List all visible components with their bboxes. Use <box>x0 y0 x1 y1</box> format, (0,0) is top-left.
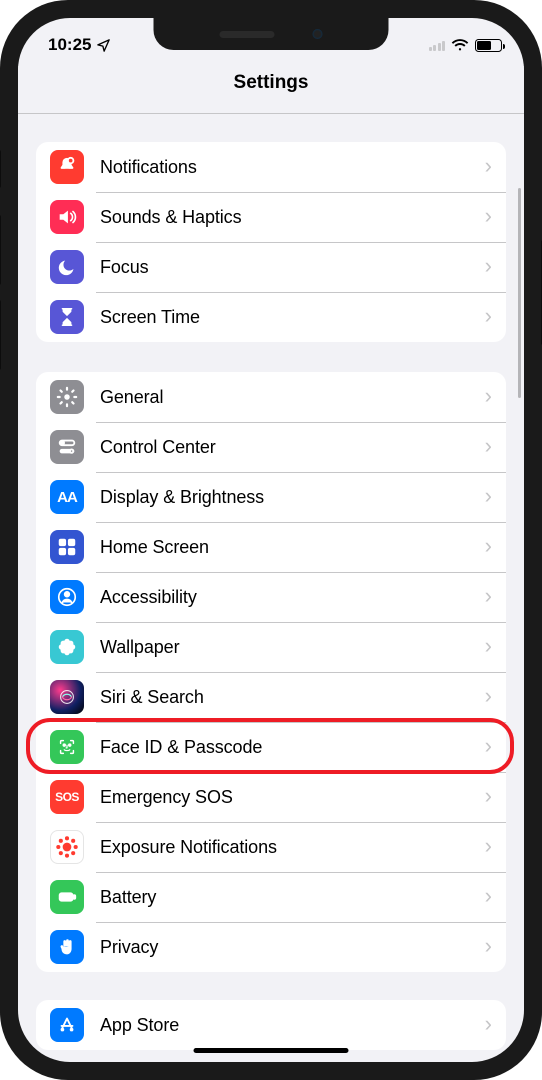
moon-icon <box>50 250 84 284</box>
flower-icon <box>50 630 84 664</box>
chevron-right-icon: › <box>485 433 492 461</box>
chevron-right-icon: › <box>485 483 492 511</box>
chevron-right-icon: › <box>485 303 492 331</box>
chevron-right-icon: › <box>485 533 492 561</box>
location-icon <box>96 38 111 53</box>
row-label: Control Center <box>100 437 485 458</box>
row-label: Face ID & Passcode <box>100 737 485 758</box>
appstore-icon <box>50 1008 84 1042</box>
row-label: Accessibility <box>100 587 485 608</box>
settings-group: App Store› <box>36 1000 506 1050</box>
cell-signal-icon <box>429 39 446 51</box>
settings-row-sounds-haptics[interactable]: Sounds & Haptics› <box>36 192 506 242</box>
chevron-right-icon: › <box>485 783 492 811</box>
settings-row-face-id-passcode[interactable]: Face ID & Passcode› <box>36 722 506 772</box>
battery-icon <box>475 39 502 52</box>
row-label: Battery <box>100 887 485 908</box>
row-label: Wallpaper <box>100 637 485 658</box>
chevron-right-icon: › <box>485 583 492 611</box>
settings-row-general[interactable]: General› <box>36 372 506 422</box>
hourglass-icon <box>50 300 84 334</box>
hand-icon <box>50 930 84 964</box>
chevron-right-icon: › <box>485 883 492 911</box>
row-label: Screen Time <box>100 307 485 328</box>
settings-row-control-center[interactable]: Control Center› <box>36 422 506 472</box>
row-label: Home Screen <box>100 537 485 558</box>
settings-row-siri-search[interactable]: Siri & Search› <box>36 672 506 722</box>
settings-row-app-store[interactable]: App Store› <box>36 1000 506 1050</box>
speaker-icon <box>50 200 84 234</box>
settings-row-accessibility[interactable]: Accessibility› <box>36 572 506 622</box>
person-circle-icon <box>50 580 84 614</box>
row-label: Display & Brightness <box>100 487 485 508</box>
settings-row-wallpaper[interactable]: Wallpaper› <box>36 622 506 672</box>
settings-row-emergency-sos[interactable]: SOS Emergency SOS› <box>36 772 506 822</box>
sos-icon: SOS <box>50 780 84 814</box>
chevron-right-icon: › <box>485 203 492 231</box>
settings-row-exposure-notifications[interactable]: Exposure Notifications› <box>36 822 506 872</box>
settings-group: General›Control Center›AADisplay & Brigh… <box>36 372 506 972</box>
settings-row-focus[interactable]: Focus› <box>36 242 506 292</box>
settings-row-display-brightness[interactable]: AA Display & Brightness› <box>36 472 506 522</box>
row-label: Notifications <box>100 157 485 178</box>
grid-icon <box>50 530 84 564</box>
row-label: Focus <box>100 257 485 278</box>
row-label: Sounds & Haptics <box>100 207 485 228</box>
exposure-icon <box>50 830 84 864</box>
row-label: Privacy <box>100 937 485 958</box>
scrollbar[interactable] <box>518 188 521 398</box>
page-title: Settings <box>234 72 309 94</box>
chevron-right-icon: › <box>485 1011 492 1039</box>
settings-row-privacy[interactable]: Privacy› <box>36 922 506 972</box>
settings-row-home-screen[interactable]: Home Screen› <box>36 522 506 572</box>
battery-icon <box>50 880 84 914</box>
chevron-right-icon: › <box>485 833 492 861</box>
row-label: Emergency SOS <box>100 787 485 808</box>
page-header: Settings <box>18 66 524 114</box>
chevron-right-icon: › <box>485 633 492 661</box>
settings-group: Notifications›Sounds & Haptics›Focus›Scr… <box>36 142 506 342</box>
home-indicator[interactable] <box>194 1048 349 1053</box>
face-id-icon <box>50 730 84 764</box>
bell-icon <box>50 150 84 184</box>
siri-icon <box>50 680 84 714</box>
chevron-right-icon: › <box>485 933 492 961</box>
chevron-right-icon: › <box>485 153 492 181</box>
row-label: App Store <box>100 1015 485 1036</box>
settings-row-screen-time[interactable]: Screen Time› <box>36 292 506 342</box>
wifi-icon <box>451 39 469 52</box>
row-label: General <box>100 387 485 408</box>
settings-row-battery[interactable]: Battery› <box>36 872 506 922</box>
chevron-right-icon: › <box>485 733 492 761</box>
row-label: Siri & Search <box>100 687 485 708</box>
chevron-right-icon: › <box>485 253 492 281</box>
settings-row-notifications[interactable]: Notifications› <box>36 142 506 192</box>
status-time: 10:25 <box>48 35 91 55</box>
row-label: Exposure Notifications <box>100 837 485 858</box>
text-size-icon: AA <box>50 480 84 514</box>
chevron-right-icon: › <box>485 683 492 711</box>
switches-icon <box>50 430 84 464</box>
gear-icon <box>50 380 84 414</box>
chevron-right-icon: › <box>485 383 492 411</box>
